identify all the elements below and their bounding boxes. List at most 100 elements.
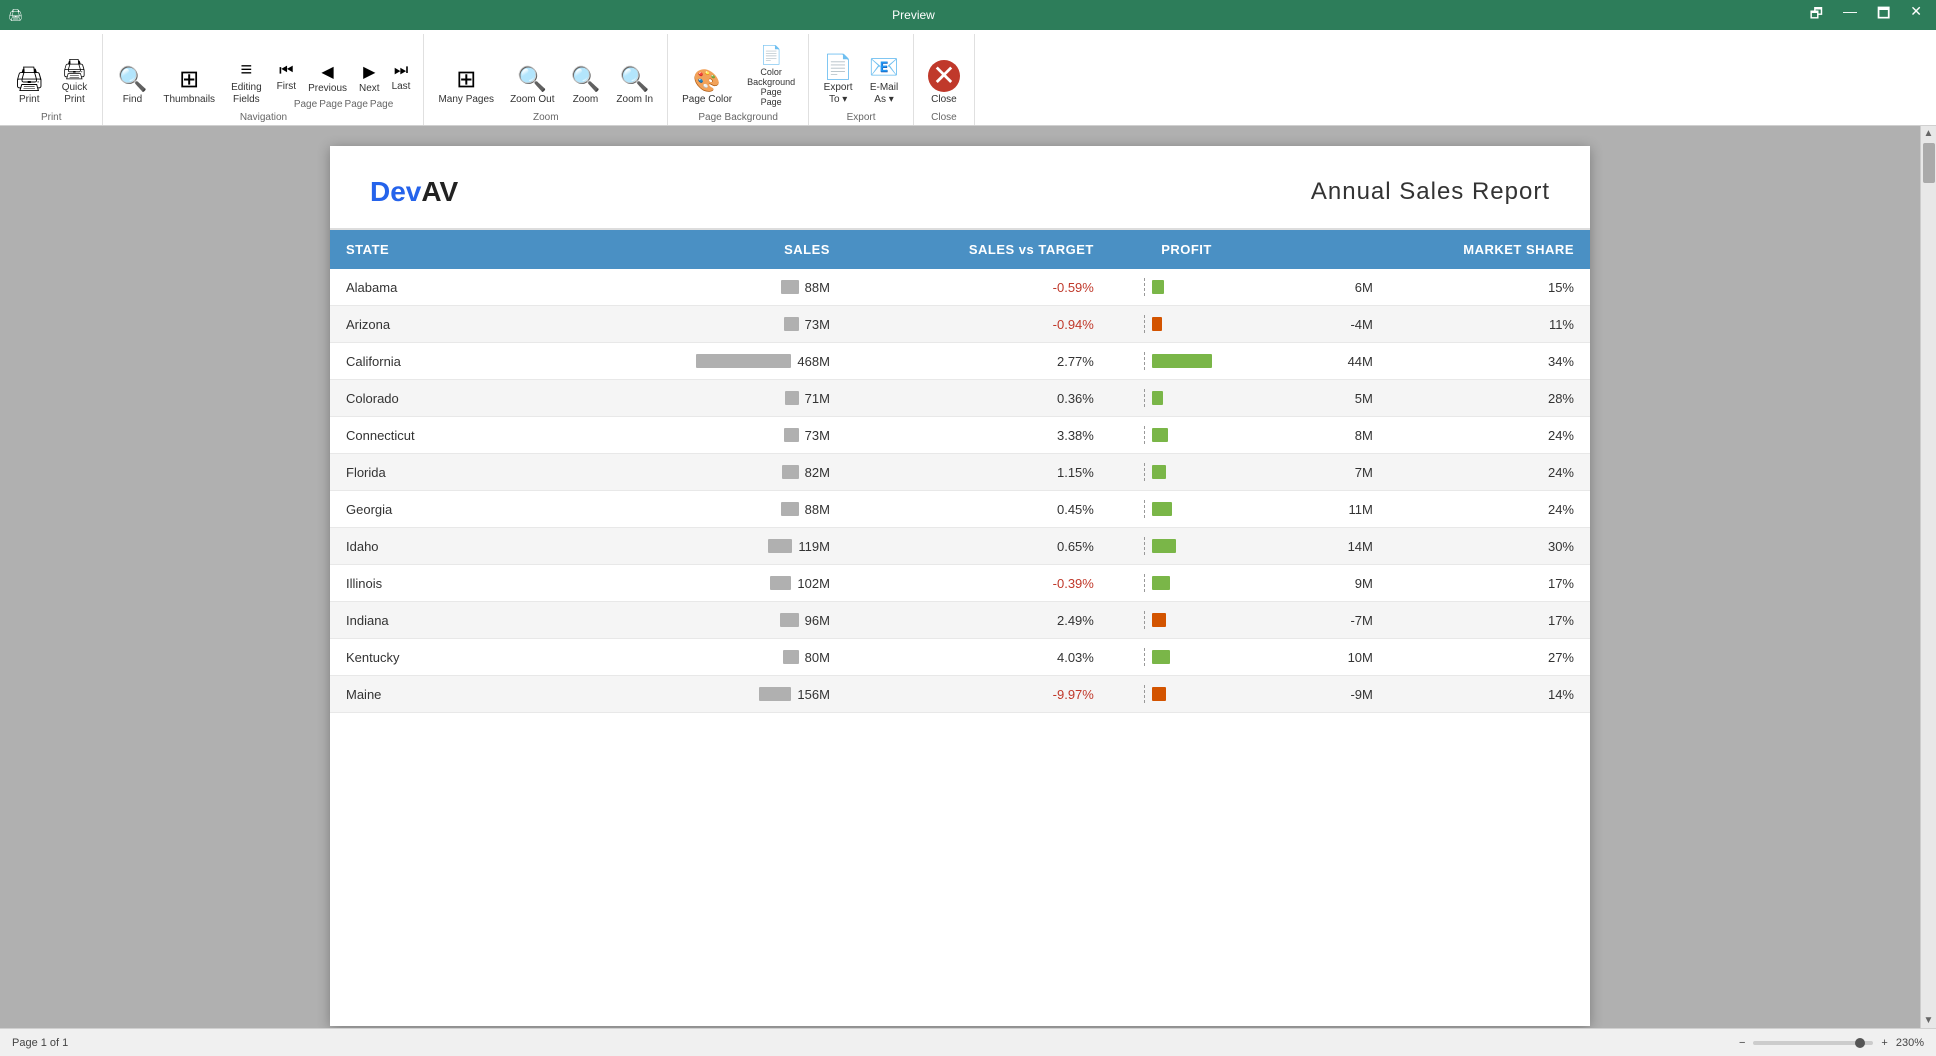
close-group: ✕ Close Close xyxy=(914,34,975,125)
close-ribbon-button[interactable]: ✕ Close xyxy=(922,56,966,110)
zoom-in-icon: 🔍 xyxy=(620,68,650,92)
cell-profit xyxy=(1110,639,1263,676)
close-window-button[interactable]: ✕ xyxy=(1904,1,1928,29)
sales-value: 468M xyxy=(797,354,830,369)
company-logo: DevAV xyxy=(370,176,458,208)
cell-profit-value: 5M xyxy=(1263,380,1389,417)
page-color-label: Page Color xyxy=(682,94,732,106)
zoom-out-button[interactable]: 🔍 Zoom Out xyxy=(504,64,560,110)
table-header-row: STATE SALES SALES vs TARGET PROFIT MARKE… xyxy=(330,230,1590,269)
cell-state: Indiana xyxy=(330,602,607,639)
cell-vs-target: 0.36% xyxy=(909,380,1110,417)
many-pages-button[interactable]: ⊞ Many Pages xyxy=(432,64,500,110)
table-row: Florida 82M 1.15% 7M24% xyxy=(330,454,1590,491)
editing-fields-button[interactable]: ≡ EditingFields xyxy=(225,56,268,110)
table-row: Connecticut 73M 3.38% 8M24% xyxy=(330,417,1590,454)
cell-sales: 96M xyxy=(607,602,846,639)
thumbnails-button[interactable]: ⊞ Thumbnails xyxy=(157,64,221,110)
zoom-out-label: Zoom Out xyxy=(510,94,554,106)
scroll-thumb[interactable] xyxy=(1923,143,1935,183)
last-page-button[interactable]: ⏭ Last xyxy=(387,59,416,97)
cell-sales: 73M xyxy=(607,306,846,343)
zoom-button[interactable]: 🔍 Zoom xyxy=(565,64,607,110)
many-pages-label: Many Pages xyxy=(438,94,494,106)
cell-vs-target: 2.77% xyxy=(909,343,1110,380)
table-row: Arizona 73M -0.94% -4M11% xyxy=(330,306,1590,343)
close-ribbon-icon: ✕ xyxy=(928,60,960,92)
editing-fields-label: EditingFields xyxy=(231,82,262,106)
cell-vs-target: 1.15% xyxy=(909,454,1110,491)
print-group-content: 🖨 Print 🖨 QuickPrint xyxy=(8,38,94,110)
col-profit-bar xyxy=(1263,230,1389,269)
cell-profit xyxy=(1110,380,1263,417)
find-label: Find xyxy=(123,94,142,106)
cell-spacer xyxy=(846,528,909,565)
cell-profit xyxy=(1110,676,1263,713)
cell-profit-value: 14M xyxy=(1263,528,1389,565)
nav-group-label: Navigation xyxy=(240,112,287,123)
vertical-scrollbar[interactable]: ▲ ▼ xyxy=(1920,126,1936,1028)
next-page-button[interactable]: ▶ Next xyxy=(354,59,385,97)
previous-page-button[interactable]: ◀ Previous xyxy=(303,59,352,97)
page-area: DevAV Annual Sales Report STATE SALES SA… xyxy=(0,126,1920,1028)
print-button[interactable]: 🖨 Print xyxy=(8,64,50,110)
cell-spacer xyxy=(846,565,909,602)
zoom-slider-thumb[interactable] xyxy=(1855,1038,1865,1048)
page-bg-group-label: Page Background xyxy=(698,112,778,123)
cell-profit-value: 11M xyxy=(1263,491,1389,528)
table-row: Kentucky 80M 4.03% 10M27% xyxy=(330,639,1590,676)
report-title: Annual Sales Report xyxy=(1311,178,1550,206)
thumbnails-label: Thumbnails xyxy=(163,94,215,106)
scroll-down-arrow[interactable]: ▼ xyxy=(1922,1013,1936,1028)
page-color-button[interactable]: 🎨 Page Color xyxy=(676,66,738,110)
cell-profit xyxy=(1110,491,1263,528)
zoom-minus[interactable]: − xyxy=(1739,1037,1745,1049)
document-header: DevAV Annual Sales Report xyxy=(330,146,1590,230)
zoom-in-button[interactable]: 🔍 Zoom In xyxy=(610,64,659,110)
cell-state: Maine xyxy=(330,676,607,713)
color-background-page-button[interactable]: 📄 ColorBackgroundPagePage xyxy=(742,42,800,110)
cell-sales: 73M xyxy=(607,417,846,454)
sales-value: 73M xyxy=(805,428,830,443)
first-page-button[interactable]: ⏮ First xyxy=(272,59,301,97)
table-row: Georgia 88M 0.45% 11M24% xyxy=(330,491,1590,528)
page-info: Page 1 of 1 xyxy=(12,1037,68,1049)
quick-print-icon: 🖨 xyxy=(62,60,87,80)
cell-profit xyxy=(1110,528,1263,565)
export-to-button[interactable]: 📄 ExportTo ▾ xyxy=(817,52,859,110)
zoom-slider[interactable] xyxy=(1753,1041,1873,1045)
cell-sales: 102M xyxy=(607,565,846,602)
editing-fields-icon: ≡ xyxy=(241,60,253,80)
maximize-button[interactable]: 🗖 xyxy=(1871,1,1896,29)
zoom-group-label: Zoom xyxy=(533,112,559,123)
table-row: Maine 156M -9.97% -9M14% xyxy=(330,676,1590,713)
cell-spacer xyxy=(846,676,909,713)
quick-print-button[interactable]: 🖨 QuickPrint xyxy=(54,56,94,110)
email-as-label: E-MailAs ▾ xyxy=(870,82,898,106)
cell-profit-value: -4M xyxy=(1263,306,1389,343)
find-button[interactable]: 🔍 Find xyxy=(111,64,153,110)
zoom-icon: 🔍 xyxy=(571,68,601,92)
cell-profit-value: 7M xyxy=(1263,454,1389,491)
email-as-button[interactable]: 📧 E-MailAs ▾ xyxy=(863,52,905,110)
cell-market-share: 24% xyxy=(1389,454,1590,491)
status-right: − + 230% xyxy=(1739,1037,1924,1049)
title-bar-title: Preview xyxy=(23,8,1804,22)
cell-market-share: 27% xyxy=(1389,639,1590,676)
zoom-group-content: ⊞ Many Pages 🔍 Zoom Out 🔍 Zoom 🔍 Zoom In xyxy=(432,38,659,110)
cell-spacer xyxy=(846,602,909,639)
table-row: Colorado 71M 0.36% 5M28% xyxy=(330,380,1590,417)
col-vs-target: SALES vs TARGET xyxy=(909,230,1110,269)
minimize-button[interactable]: — xyxy=(1837,1,1863,29)
sales-value: 96M xyxy=(805,613,830,628)
zoom-plus[interactable]: + xyxy=(1881,1037,1887,1049)
table-row: Alabama 88M -0.59% 6M15% xyxy=(330,269,1590,306)
print-label: Print xyxy=(19,94,40,106)
scroll-up-arrow[interactable]: ▲ xyxy=(1922,126,1936,141)
restore-button[interactable]: 🗗 xyxy=(1804,1,1829,29)
title-bar-controls: 🗗 — 🗖 ✕ xyxy=(1804,1,1928,29)
cell-market-share: 14% xyxy=(1389,676,1590,713)
cell-market-share: 17% xyxy=(1389,602,1590,639)
cell-profit xyxy=(1110,454,1263,491)
color-bg-icon: 📄 xyxy=(760,45,782,66)
